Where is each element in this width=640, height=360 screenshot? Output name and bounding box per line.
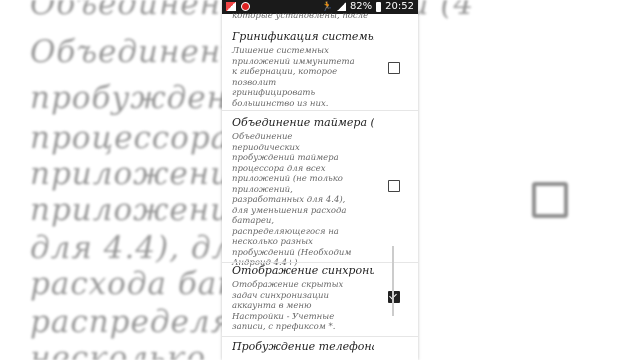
- divider: [222, 262, 418, 263]
- list-item[interactable]: Отображение синхронизации Отображение ск…: [232, 264, 402, 333]
- partial-summary: которые установлены, после: [232, 11, 369, 21]
- scrollbar[interactable]: [392, 246, 394, 316]
- bg-checkbox: [532, 182, 568, 218]
- list-item[interactable]: Пробуждение телефона: [232, 340, 402, 353]
- item-summary: Объединение периодических пробуждений та…: [232, 132, 352, 268]
- battery-icon: [376, 1, 382, 12]
- item-summary: Отображение скрытых задач синхронизации …: [232, 280, 344, 332]
- running-icon: 🏃: [321, 1, 333, 12]
- bg-line: пробуждени: [30, 80, 249, 116]
- bg-line: распределя: [30, 304, 233, 340]
- item-summary: Лишение системных приложений иммунитета …: [232, 46, 355, 109]
- item-title: Пробуждение телефона: [232, 340, 374, 353]
- notification-icon: [226, 2, 236, 11]
- bg-line: несколько: [30, 340, 207, 360]
- checkbox[interactable]: [388, 62, 400, 74]
- record-icon: [241, 2, 250, 11]
- bg-line: для 4.4), дл: [30, 230, 233, 266]
- divider: [222, 110, 418, 111]
- item-title: Гринификация системы: [232, 30, 374, 43]
- list-item[interactable]: Гринификация системы Лишение системных п…: [232, 30, 402, 109]
- phone-screen: 🏃 82% 20:52 которые установлены, после Г…: [222, 0, 418, 360]
- item-title: Отображение синхронизации: [232, 264, 374, 277]
- checkbox[interactable]: [388, 291, 400, 303]
- settings-list[interactable]: которые установлены, после Гринификация …: [222, 11, 418, 360]
- bg-line: расхода бат: [30, 266, 248, 302]
- item-title: Объединение таймера (4.4+): [232, 116, 374, 129]
- bg-line: приложени: [30, 156, 232, 192]
- list-item[interactable]: Объединение таймера (4.4+) Объединение п…: [232, 116, 402, 269]
- checkbox[interactable]: [388, 180, 400, 192]
- divider: [222, 336, 418, 337]
- signal-icon: [336, 2, 346, 11]
- clock: 20:52: [385, 1, 414, 12]
- bg-line: приложени: [30, 192, 232, 228]
